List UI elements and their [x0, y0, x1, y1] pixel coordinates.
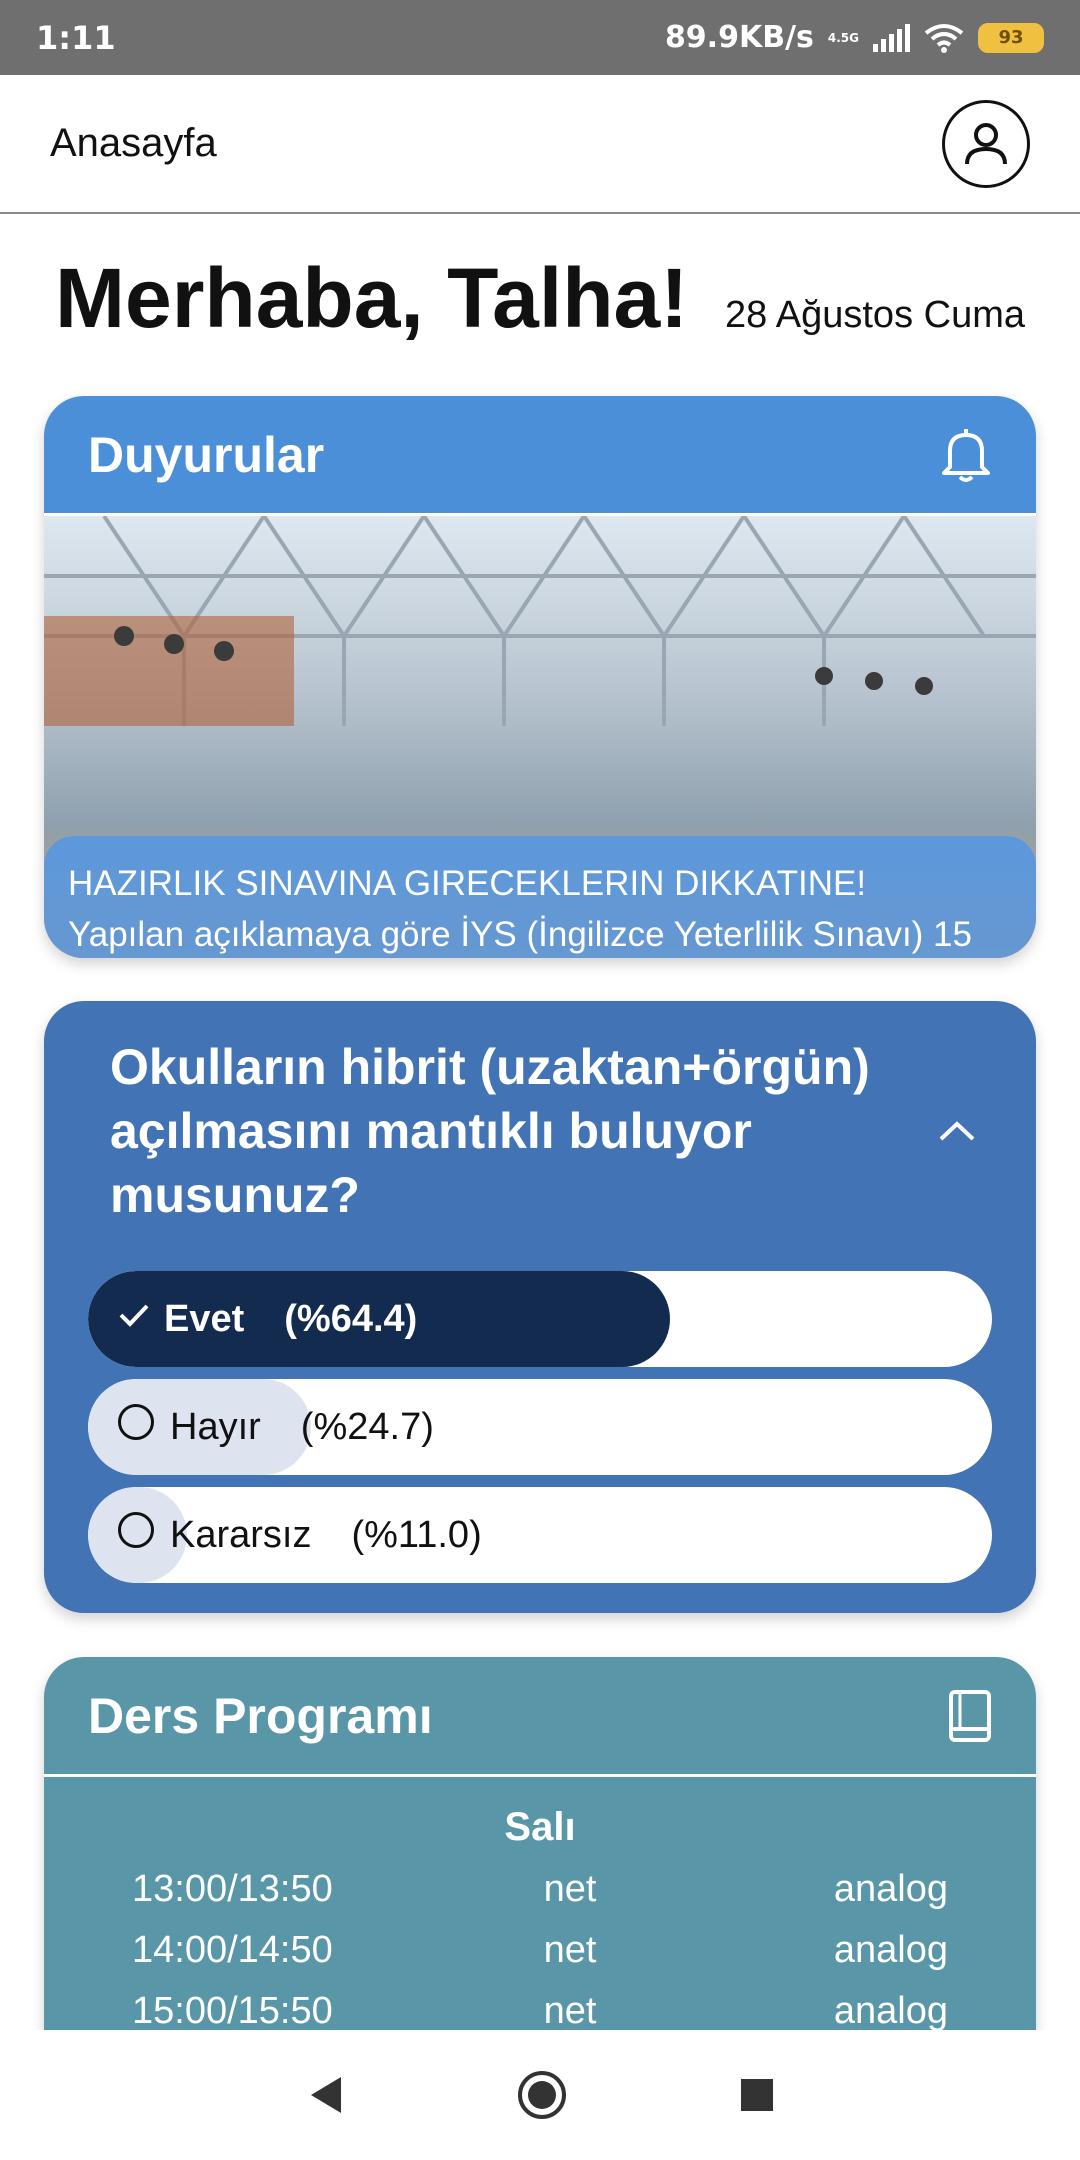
wifi-icon	[924, 23, 964, 53]
schedule-day: Salı	[504, 1805, 576, 1849]
schedule-time: 13:00/13:50	[132, 1868, 333, 1910]
poll-option-content: Hayır (%24.7)	[88, 1379, 992, 1475]
recents-icon[interactable]	[739, 2077, 775, 2113]
poll-option-hayir[interactable]: Hayır (%24.7)	[88, 1379, 992, 1475]
chevron-up-icon	[939, 1121, 975, 1141]
poll-option-label: Hayır	[170, 1405, 261, 1448]
page-title: Anasayfa	[50, 121, 217, 165]
profile-button[interactable]	[942, 99, 1030, 188]
schedule-time: 15:00/15:50	[132, 1990, 333, 2032]
poll-option-label: Evet	[164, 1297, 245, 1340]
schedule-type: analog	[833, 1868, 948, 1910]
collapse-button[interactable]	[922, 1096, 992, 1166]
poll-options: Evet (%64.4) Hayır (%24.7) Kararsız (%11…	[88, 1271, 992, 1583]
bell-icon[interactable]	[940, 427, 992, 483]
person-icon	[965, 122, 1007, 164]
poll-option-content: Kararsız (%11.0)	[88, 1487, 992, 1583]
schedule-title: Ders Programı	[88, 1687, 433, 1744]
poll-option-percent: (%11.0)	[351, 1513, 482, 1556]
poll-option-label: Kararsız	[170, 1513, 312, 1556]
announcement-image[interactable]: HAZIRLIK SINAVINA GIRECEKLERIN DIKKATINE…	[44, 516, 1036, 958]
schedule-row: 14:00/14:50 net analog	[44, 1929, 1036, 1972]
status-time: 1:11	[36, 18, 116, 57]
radio-unselected-icon	[118, 1404, 154, 1440]
schedule-course: net	[543, 1990, 597, 2032]
poll-header: Okulların hibrit (uzaktan+örgün) açılmas…	[110, 1035, 992, 1227]
date-text: 28 Ağustos Cuma	[725, 294, 1025, 336]
book-icon[interactable]	[948, 1689, 992, 1743]
announcements-header: Duyurular	[44, 396, 1036, 516]
announcement-headline: HAZIRLIK SINAVINA GIRECEKLERIN DIKKATINE…	[68, 864, 867, 903]
back-icon[interactable]	[305, 2073, 345, 2117]
schedule-course: net	[543, 1929, 597, 1971]
schedule-row: 15:00/15:50 net analog	[44, 1990, 1036, 2033]
schedule-type: analog	[833, 1929, 948, 1971]
app-bar: Anasayfa	[0, 75, 1080, 214]
schedule-header: Ders Programı	[44, 1657, 1036, 1777]
greeting-row: Merhaba, Talha! 28 Ağustos Cuma	[55, 250, 1025, 347]
system-nav-bar	[0, 2030, 1080, 2160]
net-speed: 89.9KB/s	[664, 20, 814, 55]
schedule-time: 14:00/14:50	[132, 1929, 333, 1971]
radio-unselected-icon	[118, 1512, 154, 1548]
schedule-row: 13:00/13:50 net analog	[44, 1868, 1036, 1911]
battery-icon: 93	[978, 22, 1044, 53]
poll-question: Okulların hibrit (uzaktan+örgün) açılmas…	[110, 1039, 870, 1223]
poll-option-evet[interactable]: Evet (%64.4)	[88, 1271, 992, 1367]
poll-option-kararsiz[interactable]: Kararsız (%11.0)	[88, 1487, 992, 1583]
signal-icon	[873, 23, 910, 52]
status-bar: 1:11 89.9KB/s 4.5G 93	[0, 0, 1080, 75]
poll-option-percent: (%24.7)	[300, 1405, 434, 1448]
announcement-text-panel: HAZIRLIK SINAVINA GIRECEKLERIN DIKKATINE…	[44, 836, 1036, 958]
announcements-card[interactable]: Duyurular HAZIRLIK SINAVINA GIRECEKLERIN…	[44, 396, 1036, 958]
greeting-text: Merhaba, Talha!	[55, 251, 689, 345]
network-type: 4.5G	[827, 30, 859, 45]
status-icons: 89.9KB/s 4.5G 93	[665, 20, 1044, 55]
announcements-title: Duyurular	[88, 426, 325, 483]
announcement-body: Yapılan açıklamaya göre İYS (İngilizce Y…	[68, 915, 972, 954]
home-icon[interactable]	[516, 2069, 568, 2121]
check-icon	[119, 1304, 149, 1327]
schedule-card[interactable]: Ders Programı Salı 13:00/13:50 net analo…	[44, 1657, 1036, 2057]
schedule-type: analog	[833, 1990, 948, 2032]
schedule-course: net	[543, 1868, 597, 1910]
poll-option-percent: (%64.4)	[284, 1297, 418, 1340]
poll-option-content: Evet (%64.4)	[88, 1271, 992, 1367]
poll-card: Okulların hibrit (uzaktan+örgün) açılmas…	[44, 1001, 1036, 1613]
